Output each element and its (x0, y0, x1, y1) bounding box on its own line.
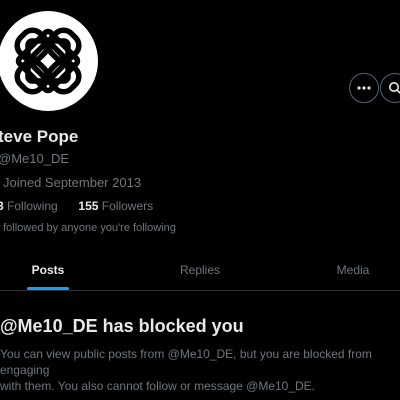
display-name: teve Pope (0, 127, 79, 146)
followers-label: Followers (101, 199, 154, 213)
avatar[interactable] (0, 11, 98, 111)
joined-date: Joined September 2013 (0, 175, 141, 190)
blocked-message: You can view public posts from @Me10_DE,… (0, 346, 400, 394)
handle-text: Me10_DE (11, 151, 70, 166)
active-tab-indicator (27, 287, 69, 290)
celtic-knot-logo (14, 27, 82, 95)
search-icon (389, 82, 400, 95)
blocked-title: @Me10_DE has blocked you (0, 316, 244, 336)
blocked-line-1: You can view public posts from @Me10_DE,… (0, 347, 372, 377)
following-label: Following (7, 199, 58, 213)
joined-text: Joined September 2013 (3, 175, 142, 190)
following-count: 3 (0, 199, 4, 213)
following-link[interactable]: 3 Following (0, 199, 61, 213)
profile-page: teve Pope @Me10_DE Joined September 2013… (0, 0, 400, 400)
profile-handle: @Me10_DE (0, 151, 69, 166)
more-button[interactable] (349, 73, 379, 103)
followers-count: 155 (78, 199, 99, 213)
tab-replies[interactable]: Replies (170, 250, 230, 290)
tab-media[interactable]: Media (323, 250, 383, 290)
tab-label: Media (336, 263, 370, 277)
tab-label: Posts (31, 263, 65, 277)
more-horizontal-icon (357, 86, 371, 90)
follow-counts: 3 Following 155 Followers (0, 199, 153, 213)
followed-by-text: t followed by anyone you're following (0, 222, 176, 234)
followers-link[interactable]: 155 Followers (78, 199, 153, 213)
blocked-line-2: with them. You also cannot follow or mes… (0, 379, 316, 393)
tab-label: Replies (179, 263, 221, 277)
profile-tabs: Posts Replies Media (0, 250, 400, 291)
search-button[interactable] (380, 73, 400, 103)
tab-posts[interactable]: Posts (18, 250, 78, 290)
